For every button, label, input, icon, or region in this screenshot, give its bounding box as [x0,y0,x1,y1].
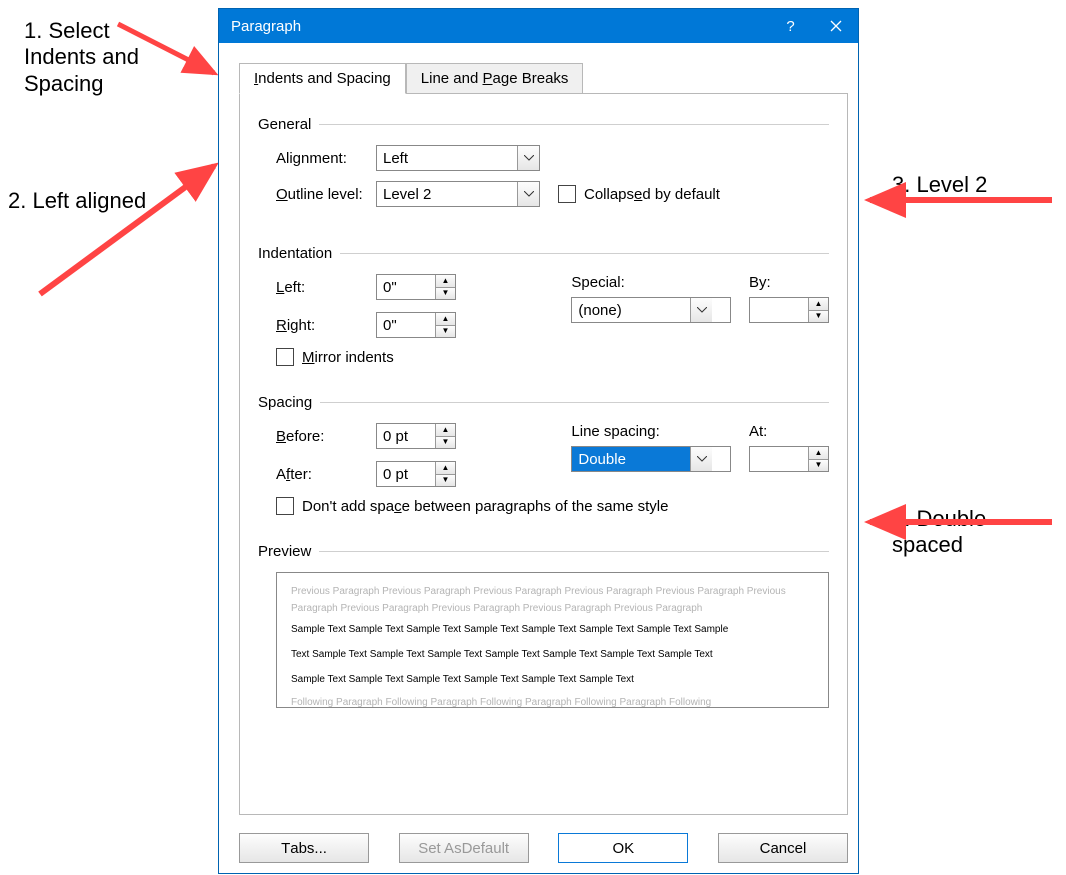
spin-up-icon[interactable]: ▲ [436,462,455,475]
spin-up-icon[interactable]: ▲ [809,298,828,311]
preview-previous: Previous Paragraph Previous Paragraph Pr… [291,583,814,617]
mirror-checkbox[interactable] [276,348,294,366]
collapsed-label: Collapsed by default [584,186,720,203]
preview-following: Following Paragraph Following Paragraph … [291,694,814,708]
group-general: General [258,116,311,133]
before-spinner[interactable]: ▲▼ [376,423,456,449]
line-spacing-dropdown[interactable] [571,446,731,472]
tab-line-page-breaks[interactable]: Line and Page Breaks [406,63,584,94]
tab-indents-spacing[interactable]: Indents and Spacing [239,63,406,94]
spin-down-icon[interactable]: ▼ [436,288,455,300]
spin-up-icon[interactable]: ▲ [809,447,828,460]
annotation-3: 3. Level 2 [892,172,987,198]
preview-box: Previous Paragraph Previous Paragraph Pr… [276,572,829,708]
after-spinner[interactable]: ▲▼ [376,461,456,487]
spin-up-icon[interactable]: ▲ [436,275,455,288]
spin-up-icon[interactable]: ▲ [436,313,455,326]
left-indent-spinner[interactable]: ▲▼ [376,274,456,300]
chevron-down-icon[interactable] [690,447,712,471]
spin-down-icon[interactable]: ▼ [809,311,828,323]
annotation-1: 1. Select Indents and Spacing [24,18,139,97]
cancel-button[interactable]: Cancel [718,833,848,863]
button-bar: Tabs... Set As Default OK Cancel [219,823,858,873]
preview-sample: Sample Text Sample Text Sample Text Samp… [291,621,814,638]
right-indent-spinner[interactable]: ▲▼ [376,312,456,338]
annotation-4: 4. Double spaced [892,506,986,559]
preview-sample: Sample Text Sample Text Sample Text Samp… [291,671,814,688]
chevron-down-icon[interactable] [690,298,712,322]
alignment-label: Alignment: [276,150,376,167]
paragraph-dialog: Paragraph ? Indents and Spacing Line and… [218,8,859,874]
preview-sample: Text Sample Text Sample Text Sample Text… [291,646,814,663]
special-label: Special: [571,274,731,291]
special-dropdown[interactable] [571,297,731,323]
dont-add-checkbox[interactable] [276,497,294,515]
at-label: At: [749,423,829,440]
help-button[interactable]: ? [768,9,813,43]
collapsed-checkbox[interactable] [558,185,576,203]
by-label: By: [749,274,829,291]
outline-dropdown[interactable] [376,181,540,207]
after-label: After: [276,466,376,483]
right-indent-label: Right: [276,317,376,334]
dont-add-label: Don't add space between paragraphs of th… [302,498,668,515]
before-label: Before: [276,428,376,445]
tab-panel: General Alignment: Outline level: Collap… [239,93,848,815]
chevron-down-icon[interactable] [517,182,539,206]
spin-down-icon[interactable]: ▼ [809,460,828,472]
annotation-2: 2. Left aligned [8,188,146,214]
spin-down-icon[interactable]: ▼ [436,475,455,487]
set-default-button[interactable]: Set As Default [399,833,529,863]
group-indentation: Indentation [258,245,332,262]
at-spinner[interactable]: ▲▼ [749,446,829,472]
titlebar: Paragraph ? [219,9,858,43]
alignment-value[interactable] [377,146,517,170]
left-indent-label: Left: [276,279,376,296]
outline-label: Outline level: [276,186,376,203]
mirror-label: Mirror indents [302,349,394,366]
close-button[interactable] [813,9,858,43]
chevron-down-icon[interactable] [517,146,539,170]
dialog-title: Paragraph [231,18,768,35]
spin-down-icon[interactable]: ▼ [436,437,455,449]
line-spacing-label: Line spacing: [571,423,731,440]
alignment-dropdown[interactable] [376,145,540,171]
group-preview: Preview [258,543,311,560]
tabs: Indents and Spacing Line and Page Breaks [239,63,848,94]
ok-button[interactable]: OK [558,833,688,863]
by-spinner[interactable]: ▲▼ [749,297,829,323]
group-spacing: Spacing [258,394,312,411]
spin-down-icon[interactable]: ▼ [436,326,455,338]
spin-up-icon[interactable]: ▲ [436,424,455,437]
tabs-button[interactable]: Tabs... [239,833,369,863]
outline-value[interactable] [377,182,517,206]
